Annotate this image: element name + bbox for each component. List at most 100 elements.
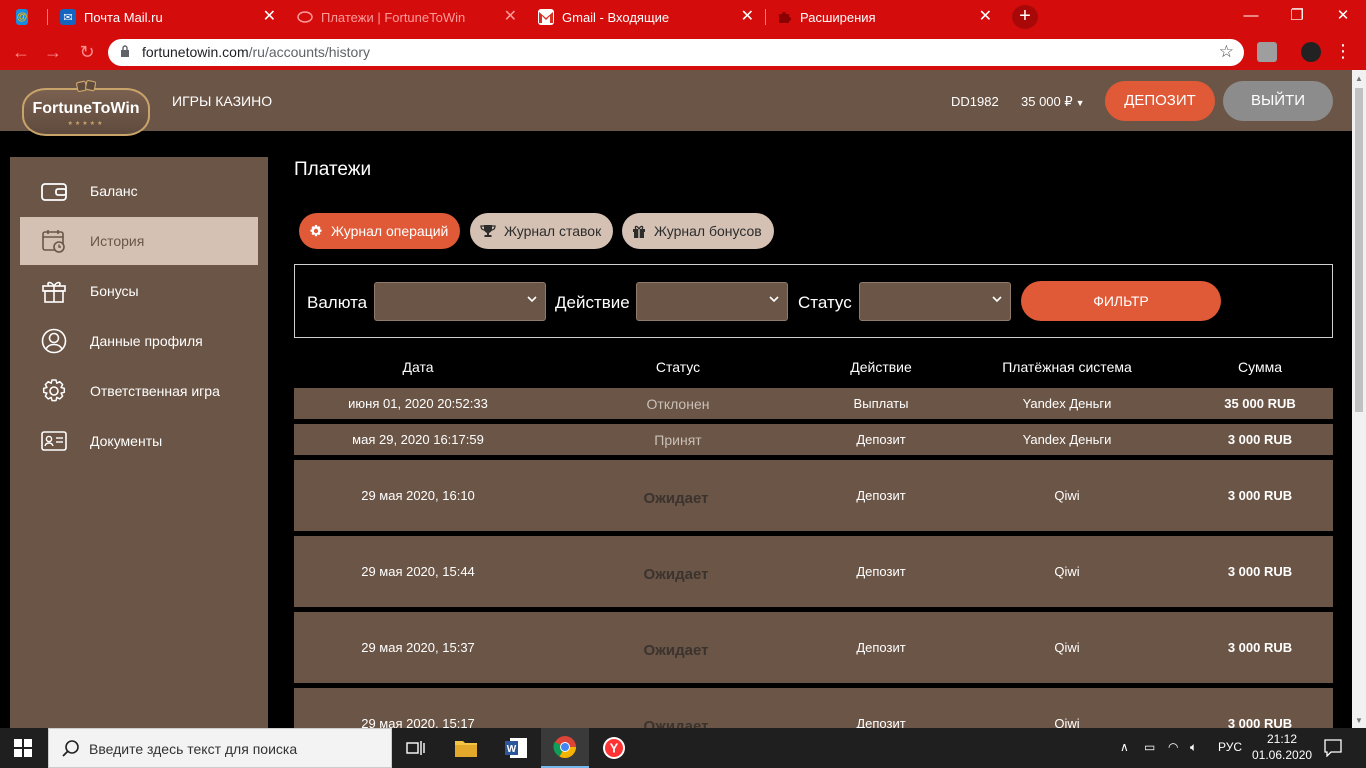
sidebar-item-label: Бонусы	[90, 283, 139, 299]
cell-action: Депозит	[856, 640, 906, 655]
gear-icon	[310, 225, 322, 237]
close-icon[interactable]: ✕	[263, 9, 276, 25]
wifi-icon[interactable]: ◠	[1168, 740, 1178, 754]
windows-start-icon[interactable]	[14, 739, 32, 757]
sidebar-item-balance[interactable]: Баланс	[20, 167, 258, 215]
input-language[interactable]: РУС	[1218, 740, 1242, 754]
status-select[interactable]	[859, 282, 1011, 321]
sidebar-item-label: История	[90, 233, 145, 249]
reload-icon[interactable]: ↻	[76, 41, 98, 63]
cell-amount: 3 000 RUB	[1227, 432, 1293, 447]
status-label: Статус	[798, 293, 852, 312]
logo-stars: ★★★★★	[67, 121, 105, 127]
cell-payment-system: Qiwi	[1054, 640, 1080, 655]
cell-status: Ожидает	[643, 490, 709, 507]
tab-mail-ru-inbox[interactable]: ✉ Почта Mail.ru ✕	[50, 0, 284, 34]
cell-date: 29 мая 2020, 15:37	[361, 640, 475, 655]
page-scrollbar[interactable]: ▲ ▼	[1352, 70, 1366, 728]
trophy-icon	[480, 225, 496, 237]
task-view-icon[interactable]	[392, 728, 440, 768]
dice-icon	[76, 79, 96, 93]
balance-dropdown[interactable]: 35 000 ₽ ▼	[1021, 94, 1085, 110]
filter-button[interactable]: ФИЛЬТР	[1021, 281, 1221, 321]
tab-bonuses-log[interactable]: Журнал бонусов	[622, 213, 774, 249]
nav-casino-games[interactable]: ИГРЫ КАЗИНО	[172, 93, 272, 109]
cell-amount: 35 000 RUB	[1224, 396, 1296, 411]
cell-action: Выплаты	[853, 396, 909, 411]
table-row: 29 мая 2020, 15:17 Ожидает Депозит Qiwi …	[294, 688, 1333, 728]
yandex-browser-icon[interactable]: Y	[590, 728, 638, 768]
cell-date: 29 мая 2020, 15:17	[361, 716, 475, 728]
currency-select[interactable]	[374, 282, 546, 321]
scrollbar-thumb[interactable]	[1355, 88, 1363, 412]
tab-bets-log[interactable]: Журнал ставок	[470, 213, 614, 249]
battery-icon[interactable]: ▭	[1144, 740, 1155, 754]
deposit-button[interactable]: ДЕПОЗИТ	[1105, 81, 1215, 121]
gmail-icon	[538, 9, 554, 25]
tab-gmail[interactable]: Gmail - Входящие ✕	[528, 0, 762, 34]
cell-status: Отклонен	[646, 396, 710, 412]
sidebar-item-profile[interactable]: Данные профиля	[20, 317, 258, 365]
sidebar-item-label: Данные профиля	[90, 333, 203, 349]
cell-amount: 3 000 RUB	[1227, 716, 1293, 728]
tray-overflow-chevron-icon[interactable]: ∧	[1120, 740, 1129, 754]
table-row: мая 29, 2020 16:17:59 Принят Депозит Yan…	[294, 424, 1333, 455]
site-header: FortuneToWin ★★★★★ ИГРЫ КАЗИНО DD1982 35…	[0, 70, 1352, 136]
cell-status: Ожидает	[643, 642, 709, 659]
sidebar-item-history[interactable]: История	[20, 217, 258, 265]
bookmark-star-icon[interactable]: ☆	[1219, 42, 1234, 62]
close-icon[interactable]: ✕	[741, 9, 754, 25]
table-header: Дата Статус Действие Платёжная система С…	[294, 359, 1333, 379]
tab-separator	[47, 9, 48, 25]
search-icon	[62, 740, 79, 757]
notifications-icon[interactable]	[1324, 739, 1342, 757]
cell-amount: 3 000 RUB	[1227, 640, 1293, 655]
restore-window-icon[interactable]: ❐	[1274, 0, 1320, 34]
profile-avatar-icon[interactable]	[1301, 42, 1321, 62]
close-icon[interactable]: ✕	[979, 9, 992, 25]
taskbar-search-input[interactable]: Введите здесь текст для поиска	[48, 728, 392, 768]
site-logo[interactable]: FortuneToWin ★★★★★	[22, 78, 150, 140]
column-header-status: Статус	[655, 359, 701, 375]
gift-icon	[633, 225, 645, 238]
close-window-icon[interactable]: ✕	[1320, 0, 1366, 34]
scroll-down-arrow-icon[interactable]: ▼	[1355, 716, 1363, 725]
puzzle-icon	[776, 9, 792, 25]
tab-mail-ru[interactable]: @	[6, 0, 46, 34]
page-title: Платежи	[294, 159, 372, 180]
chevron-down-icon: ▼	[1075, 98, 1085, 108]
filter-panel: Валюта Действие Статус ФИЛЬТР	[294, 264, 1333, 338]
sidebar-item-bonuses[interactable]: Бонусы	[20, 267, 258, 315]
browser-menu-icon[interactable]: ⋮	[1334, 42, 1352, 60]
fortunetowin-favicon-icon	[297, 9, 313, 25]
volume-icon[interactable]: 🔈︎	[1190, 740, 1197, 755]
cell-action: Депозит	[856, 564, 906, 579]
cell-payment-system: Yandex Деньги	[1022, 396, 1112, 411]
sidebar-item-documents[interactable]: Документы	[20, 417, 258, 465]
back-arrow-icon[interactable]: ←	[10, 41, 32, 63]
action-select[interactable]	[636, 282, 788, 321]
sidebar-item-responsible-gaming[interactable]: Ответственная игра	[20, 367, 258, 415]
new-tab-button[interactable]: +	[1012, 5, 1038, 29]
cell-action: Депозит	[856, 716, 906, 728]
tab-operations-log[interactable]: Журнал операций	[299, 213, 461, 249]
extension-icon[interactable]	[1257, 42, 1277, 62]
cell-status: Принят	[654, 432, 702, 448]
address-bar[interactable]: fortunetowin.com/ru/accounts/history ☆	[108, 39, 1244, 66]
cell-amount: 3 000 RUB	[1227, 564, 1293, 579]
scroll-up-arrow-icon[interactable]: ▲	[1355, 74, 1363, 83]
system-clock[interactable]: 21:12 01.06.2020	[1252, 731, 1312, 763]
tab-title: Платежи | FortuneToWin	[321, 9, 466, 25]
forward-arrow-icon[interactable]: →	[42, 41, 64, 63]
chrome-icon[interactable]	[541, 728, 589, 768]
cell-payment-system: Yandex Деньги	[1022, 432, 1112, 447]
tab-extensions[interactable]: Расширения ✕	[766, 0, 1000, 34]
tab-fortunetowin[interactable]: Платежи | FortuneToWin ✕	[287, 0, 525, 34]
minimize-window-icon[interactable]: —	[1228, 0, 1274, 34]
word-icon[interactable]: W	[492, 728, 540, 768]
file-explorer-icon[interactable]	[442, 728, 490, 768]
cell-date: мая 29, 2020 16:17:59	[352, 432, 484, 447]
chevron-down-icon	[769, 296, 779, 303]
close-icon[interactable]: ✕	[504, 9, 517, 25]
logout-button[interactable]: ВЫЙТИ	[1223, 81, 1333, 121]
